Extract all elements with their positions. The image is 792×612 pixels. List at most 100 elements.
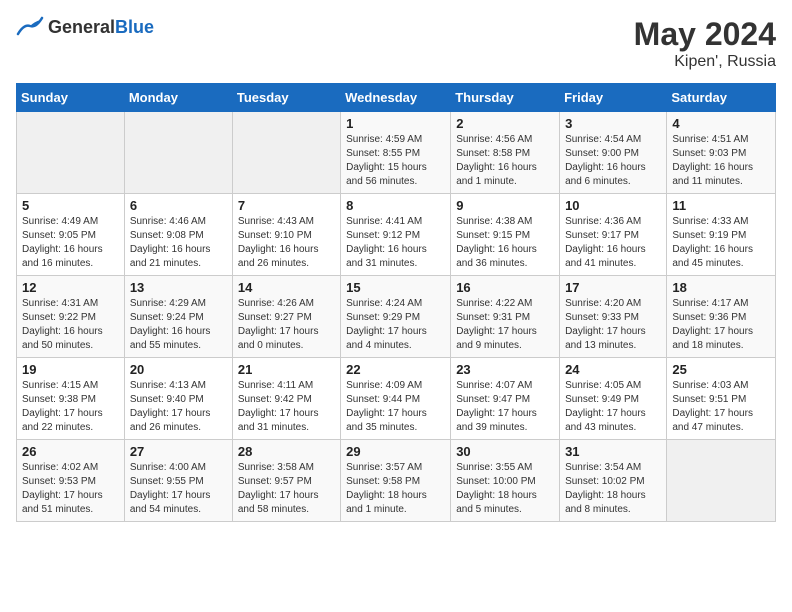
day-info: Sunrise: 4:31 AM Sunset: 9:22 PM Dayligh… xyxy=(22,297,119,353)
header-monday: Monday xyxy=(124,84,232,112)
logo: GeneralBlue xyxy=(16,16,154,38)
day-number: 15 xyxy=(346,280,445,295)
day-number: 7 xyxy=(238,198,335,213)
calendar-cell: 23 Sunrise: 4:07 AM Sunset: 9:47 PM Dayli… xyxy=(451,358,560,440)
day-info: Sunrise: 4:54 AM Sunset: 9:00 PM Dayligh… xyxy=(565,133,661,189)
location-title: Kipen', Russia xyxy=(634,53,776,71)
page-header: GeneralBlue May 2024 Kipen', Russia xyxy=(16,16,776,71)
week-row-4: 19 Sunrise: 4:15 AM Sunset: 9:38 PM Dayli… xyxy=(17,358,776,440)
day-info: Sunrise: 4:11 AM Sunset: 9:42 PM Dayligh… xyxy=(238,379,335,435)
week-row-3: 12Sunrise: 4:31 AM Sunset: 9:22 PM Dayli… xyxy=(17,276,776,358)
calendar-cell: 1 Sunrise: 4:59 AM Sunset: 8:55 PM Daylig… xyxy=(341,112,451,194)
calendar-cell: 2 Sunrise: 4:56 AM Sunset: 8:58 PM Daylig… xyxy=(451,112,560,194)
calendar-cell: 18 Sunrise: 4:17 AM Sunset: 9:36 PM Dayli… xyxy=(667,276,776,358)
header-sunday: Sunday xyxy=(17,84,125,112)
day-info: Sunrise: 4:51 AM Sunset: 9:03 PM Dayligh… xyxy=(672,133,770,189)
day-number: 22 xyxy=(346,362,445,377)
month-year-title: May 2024 xyxy=(634,16,776,53)
day-info: Sunrise: 4:20 AM Sunset: 9:33 PM Dayligh… xyxy=(565,297,661,353)
day-info: Sunrise: 4:00 AM Sunset: 9:55 PM Dayligh… xyxy=(130,461,227,517)
day-info: Sunrise: 4:22 AM Sunset: 9:31 PM Dayligh… xyxy=(456,297,554,353)
calendar-cell: 10Sunrise: 4:36 AM Sunset: 9:17 PM Dayli… xyxy=(560,194,667,276)
calendar-cell: 19 Sunrise: 4:15 AM Sunset: 9:38 PM Dayli… xyxy=(17,358,125,440)
header-thursday: Thursday xyxy=(451,84,560,112)
calendar-cell: 7 Sunrise: 4:43 AM Sunset: 9:10 PM Daylig… xyxy=(232,194,340,276)
calendar-cell: 28 Sunrise: 3:58 AM Sunset: 9:57 PM Dayli… xyxy=(232,440,340,522)
day-number: 21 xyxy=(238,362,335,377)
calendar-cell: 13 Sunrise: 4:29 AM Sunset: 9:24 PM Dayli… xyxy=(124,276,232,358)
day-number: 14 xyxy=(238,280,335,295)
day-info: Sunrise: 4:38 AM Sunset: 9:15 PM Dayligh… xyxy=(456,215,554,271)
calendar-cell: 6Sunrise: 4:46 AM Sunset: 9:08 PM Daylig… xyxy=(124,194,232,276)
day-number: 2 xyxy=(456,116,554,131)
day-info: Sunrise: 4:49 AM Sunset: 9:05 PM Dayligh… xyxy=(22,215,119,271)
calendar-cell: 30 Sunrise: 3:55 AM Sunset: 10:00 PM Dayl… xyxy=(451,440,560,522)
day-info: Sunrise: 4:29 AM Sunset: 9:24 PM Dayligh… xyxy=(130,297,227,353)
logo-blue: Blue xyxy=(115,17,154,37)
calendar-cell: 8 Sunrise: 4:41 AM Sunset: 9:12 PM Daylig… xyxy=(341,194,451,276)
day-number: 10 xyxy=(565,198,661,213)
day-info: Sunrise: 3:54 AM Sunset: 10:02 PM Daylig… xyxy=(565,461,661,517)
day-info: Sunrise: 4:02 AM Sunset: 9:53 PM Dayligh… xyxy=(22,461,119,517)
day-info: Sunrise: 3:55 AM Sunset: 10:00 PM Daylig… xyxy=(456,461,554,517)
day-info: Sunrise: 4:13 AM Sunset: 9:40 PM Dayligh… xyxy=(130,379,227,435)
day-info: Sunrise: 4:46 AM Sunset: 9:08 PM Dayligh… xyxy=(130,215,227,271)
day-info: Sunrise: 4:59 AM Sunset: 8:55 PM Dayligh… xyxy=(346,133,445,189)
calendar-cell: 29Sunrise: 3:57 AM Sunset: 9:58 PM Dayli… xyxy=(341,440,451,522)
header-tuesday: Tuesday xyxy=(232,84,340,112)
calendar-cell: 26 Sunrise: 4:02 AM Sunset: 9:53 PM Dayli… xyxy=(17,440,125,522)
day-number: 28 xyxy=(238,444,335,459)
day-number: 4 xyxy=(672,116,770,131)
title-block: May 2024 Kipen', Russia xyxy=(634,16,776,71)
logo-general: General xyxy=(48,17,115,37)
header-friday: Friday xyxy=(560,84,667,112)
day-info: Sunrise: 4:07 AM Sunset: 9:47 PM Dayligh… xyxy=(456,379,554,435)
calendar-cell: 25 Sunrise: 4:03 AM Sunset: 9:51 PM Dayli… xyxy=(667,358,776,440)
logo-icon xyxy=(16,16,44,38)
week-row-2: 5 Sunrise: 4:49 AM Sunset: 9:05 PM Daylig… xyxy=(17,194,776,276)
calendar-cell: 27 Sunrise: 4:00 AM Sunset: 9:55 PM Dayli… xyxy=(124,440,232,522)
day-number: 25 xyxy=(672,362,770,377)
day-number: 18 xyxy=(672,280,770,295)
day-number: 11 xyxy=(672,198,770,213)
day-info: Sunrise: 4:43 AM Sunset: 9:10 PM Dayligh… xyxy=(238,215,335,271)
calendar-cell: 9 Sunrise: 4:38 AM Sunset: 9:15 PM Daylig… xyxy=(451,194,560,276)
calendar-cell: 15Sunrise: 4:24 AM Sunset: 9:29 PM Dayli… xyxy=(341,276,451,358)
day-info: Sunrise: 4:56 AM Sunset: 8:58 PM Dayligh… xyxy=(456,133,554,189)
day-number: 19 xyxy=(22,362,119,377)
day-info: Sunrise: 3:57 AM Sunset: 9:58 PM Dayligh… xyxy=(346,461,445,517)
day-number: 31 xyxy=(565,444,661,459)
calendar-cell: 17 Sunrise: 4:20 AM Sunset: 9:33 PM Dayli… xyxy=(560,276,667,358)
calendar-cell: 4 Sunrise: 4:51 AM Sunset: 9:03 PM Daylig… xyxy=(667,112,776,194)
calendar-cell xyxy=(17,112,125,194)
day-number: 8 xyxy=(346,198,445,213)
calendar-cell xyxy=(232,112,340,194)
day-number: 23 xyxy=(456,362,554,377)
day-number: 26 xyxy=(22,444,119,459)
calendar-cell: 14Sunrise: 4:26 AM Sunset: 9:27 PM Dayli… xyxy=(232,276,340,358)
day-number: 1 xyxy=(346,116,445,131)
calendar-cell: 24 Sunrise: 4:05 AM Sunset: 9:49 PM Dayli… xyxy=(560,358,667,440)
day-number: 5 xyxy=(22,198,119,213)
day-number: 16 xyxy=(456,280,554,295)
calendar-cell: 21 Sunrise: 4:11 AM Sunset: 9:42 PM Dayli… xyxy=(232,358,340,440)
day-info: Sunrise: 3:58 AM Sunset: 9:57 PM Dayligh… xyxy=(238,461,335,517)
day-number: 30 xyxy=(456,444,554,459)
calendar-cell: 11Sunrise: 4:33 AM Sunset: 9:19 PM Dayli… xyxy=(667,194,776,276)
calendar-cell: 12Sunrise: 4:31 AM Sunset: 9:22 PM Dayli… xyxy=(17,276,125,358)
day-info: Sunrise: 4:03 AM Sunset: 9:51 PM Dayligh… xyxy=(672,379,770,435)
day-number: 20 xyxy=(130,362,227,377)
day-number: 9 xyxy=(456,198,554,213)
logo-text: GeneralBlue xyxy=(48,17,154,38)
day-number: 27 xyxy=(130,444,227,459)
day-info: Sunrise: 4:17 AM Sunset: 9:36 PM Dayligh… xyxy=(672,297,770,353)
day-info: Sunrise: 4:15 AM Sunset: 9:38 PM Dayligh… xyxy=(22,379,119,435)
day-info: Sunrise: 4:05 AM Sunset: 9:49 PM Dayligh… xyxy=(565,379,661,435)
day-number: 17 xyxy=(565,280,661,295)
calendar-cell: 20 Sunrise: 4:13 AM Sunset: 9:40 PM Dayli… xyxy=(124,358,232,440)
day-info: Sunrise: 4:41 AM Sunset: 9:12 PM Dayligh… xyxy=(346,215,445,271)
day-number: 24 xyxy=(565,362,661,377)
header-wednesday: Wednesday xyxy=(341,84,451,112)
calendar-cell: 3Sunrise: 4:54 AM Sunset: 9:00 PM Daylig… xyxy=(560,112,667,194)
day-number: 13 xyxy=(130,280,227,295)
